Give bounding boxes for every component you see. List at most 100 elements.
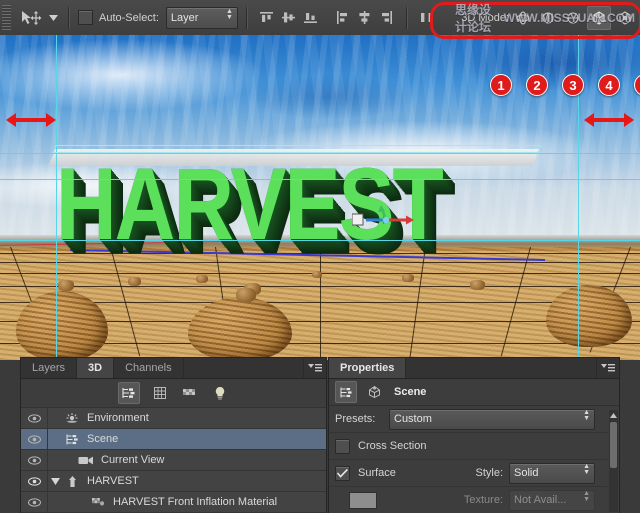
panel-menu-icon[interactable] bbox=[597, 358, 619, 378]
callout-badge-5: 5 bbox=[634, 74, 640, 96]
scene-properties-icon[interactable] bbox=[335, 381, 357, 403]
tool-preset-chevron-down-icon[interactable] bbox=[46, 7, 60, 29]
3d-panel-tabbar: Layers 3D Channels bbox=[21, 358, 326, 379]
list-item[interactable]: Current View bbox=[21, 450, 326, 471]
3d-pan-mode[interactable] bbox=[562, 7, 584, 29]
tab-properties[interactable]: Properties bbox=[329, 358, 407, 378]
properties-title: Scene bbox=[394, 386, 427, 398]
cross-section-row: Cross Section bbox=[329, 433, 619, 460]
3d-rotate-mode[interactable] bbox=[512, 7, 534, 29]
surface-color-swatch[interactable] bbox=[349, 491, 377, 509]
3d-panel: Layers 3D Channels Environment Scene Cur… bbox=[20, 357, 327, 513]
guide-vertical-left[interactable] bbox=[56, 35, 57, 360]
align-horizontal-centers[interactable] bbox=[355, 7, 375, 29]
list-item[interactable]: HARVEST Front Inflation Material bbox=[21, 492, 326, 513]
harvest-3d-text[interactable]: HARVEST HARVEST bbox=[56, 145, 586, 261]
filter-meshes-icon[interactable] bbox=[150, 383, 170, 403]
hay-bale-small bbox=[402, 274, 414, 282]
properties-tabbar: Properties bbox=[329, 358, 619, 379]
list-item-label: Scene bbox=[87, 433, 119, 445]
properties-header: Scene bbox=[329, 379, 619, 406]
auto-select-label: Auto-Select: bbox=[99, 11, 159, 24]
hay-bale-small bbox=[236, 288, 256, 302]
align-bottom-edges[interactable] bbox=[301, 7, 321, 29]
tabbar-filler bbox=[184, 358, 304, 378]
presets-dropdown[interactable]: Custom ▲ ▼ bbox=[389, 408, 595, 430]
texture-value: Not Avail... bbox=[514, 494, 567, 506]
document-canvas[interactable]: HARVEST HARVEST 1 2 3 4 bbox=[0, 35, 640, 360]
style-label: Style: bbox=[475, 467, 503, 479]
align-right-edges[interactable] bbox=[377, 7, 397, 29]
vertical-scrollbar[interactable] bbox=[609, 410, 618, 512]
camera-icon bbox=[76, 455, 96, 466]
auto-select-scope-value: Layer bbox=[170, 11, 199, 24]
environment-icon bbox=[62, 412, 82, 425]
3d-roll-mode[interactable] bbox=[537, 7, 559, 29]
auto-select-scope-dropdown[interactable]: Layer ▲ ▼ bbox=[165, 6, 238, 29]
mesh-properties-icon[interactable] bbox=[364, 382, 384, 402]
chevron-updown-icon: ▲ ▼ bbox=[583, 409, 590, 422]
filter-lights-icon[interactable] bbox=[210, 383, 230, 403]
properties-panel: Properties Scene Presets: Custom ▲ ▼ Cro… bbox=[328, 357, 620, 513]
tab-layers[interactable]: Layers bbox=[21, 358, 78, 378]
callout-badge-1: 1 bbox=[490, 74, 512, 96]
callout-badge-2: 2 bbox=[526, 74, 548, 96]
visibility-eye-icon[interactable] bbox=[21, 492, 48, 512]
twirl-open-icon[interactable] bbox=[48, 477, 62, 485]
style-value: Solid bbox=[514, 467, 539, 479]
guide-horizontal-mid[interactable] bbox=[0, 179, 640, 180]
scroll-up-icon[interactable] bbox=[610, 410, 617, 420]
style-dropdown[interactable]: Solid ▲ ▼ bbox=[509, 462, 595, 484]
3d-slide-mode[interactable] bbox=[587, 5, 611, 30]
3d-filter-toolbar bbox=[21, 379, 326, 408]
3d-scale-mode[interactable] bbox=[614, 7, 636, 29]
align-vertical-centers[interactable] bbox=[279, 7, 299, 29]
right-width-arrow bbox=[584, 113, 634, 127]
visibility-eye-icon[interactable] bbox=[21, 471, 48, 491]
scrollbar-thumb[interactable] bbox=[610, 422, 617, 468]
hay-bale-small bbox=[470, 280, 485, 290]
align-left-edges[interactable] bbox=[333, 7, 353, 29]
visibility-eye-icon[interactable] bbox=[21, 408, 48, 428]
surface-checkbox[interactable] bbox=[335, 465, 350, 481]
options-bar: Auto-Select: Layer ▲ ▼ 3D Mode: 思缘设计论坛 W… bbox=[0, 0, 640, 39]
hay-bale-small bbox=[128, 277, 141, 286]
tab-channels[interactable]: Channels bbox=[114, 358, 184, 378]
tab-3d[interactable]: 3D bbox=[77, 358, 115, 378]
guide-horizontal-bottom[interactable] bbox=[0, 240, 640, 241]
toolbar-divider-2 bbox=[245, 6, 248, 29]
presets-label: Presets: bbox=[335, 413, 376, 425]
align-top-edges[interactable] bbox=[257, 7, 277, 29]
3d-axis-widget[interactable] bbox=[351, 205, 422, 235]
list-item[interactable]: Environment bbox=[21, 408, 326, 429]
list-item-label: HARVEST bbox=[87, 475, 139, 487]
texture-row: Texture: Not Avail... ▲ ▼ bbox=[329, 487, 619, 513]
chevron-updown-icon: ▲ ▼ bbox=[225, 7, 233, 21]
list-item[interactable]: Scene bbox=[21, 429, 326, 450]
toolbar-divider-1 bbox=[68, 6, 70, 29]
list-item-label: Environment bbox=[87, 412, 149, 424]
filter-whole-scene-icon[interactable] bbox=[117, 382, 140, 404]
callout-badge-3: 3 bbox=[562, 74, 584, 96]
visibility-eye-icon[interactable] bbox=[21, 429, 48, 449]
cross-section-checkbox[interactable] bbox=[335, 438, 350, 454]
hay-bale-small bbox=[58, 280, 74, 291]
list-item-label: Current View bbox=[101, 454, 165, 466]
options-bar-grip[interactable] bbox=[2, 4, 11, 31]
panel-menu-icon[interactable] bbox=[304, 358, 326, 378]
list-item[interactable]: HARVEST bbox=[21, 471, 326, 492]
presets-row: Presets: Custom ▲ ▼ bbox=[329, 406, 619, 433]
texture-dropdown[interactable]: Not Avail... ▲ ▼ bbox=[509, 489, 595, 511]
move-tool-icon[interactable] bbox=[18, 6, 44, 30]
3d-mode-label: 3D Mode: bbox=[461, 11, 509, 24]
chevron-updown-icon: ▲ ▼ bbox=[583, 490, 590, 503]
material-icon bbox=[88, 496, 108, 508]
visibility-eye-icon[interactable] bbox=[21, 450, 48, 470]
auto-select-checkbox[interactable] bbox=[78, 10, 93, 25]
filter-materials-icon[interactable] bbox=[180, 383, 200, 403]
guide-horizontal-top[interactable] bbox=[0, 153, 640, 154]
presets-value: Custom bbox=[394, 413, 432, 425]
photoshop-window: Auto-Select: Layer ▲ ▼ 3D Mode: 思缘设计论坛 W… bbox=[0, 0, 640, 513]
hay-bale-small bbox=[196, 275, 208, 283]
distribute-spacing[interactable] bbox=[417, 7, 437, 29]
